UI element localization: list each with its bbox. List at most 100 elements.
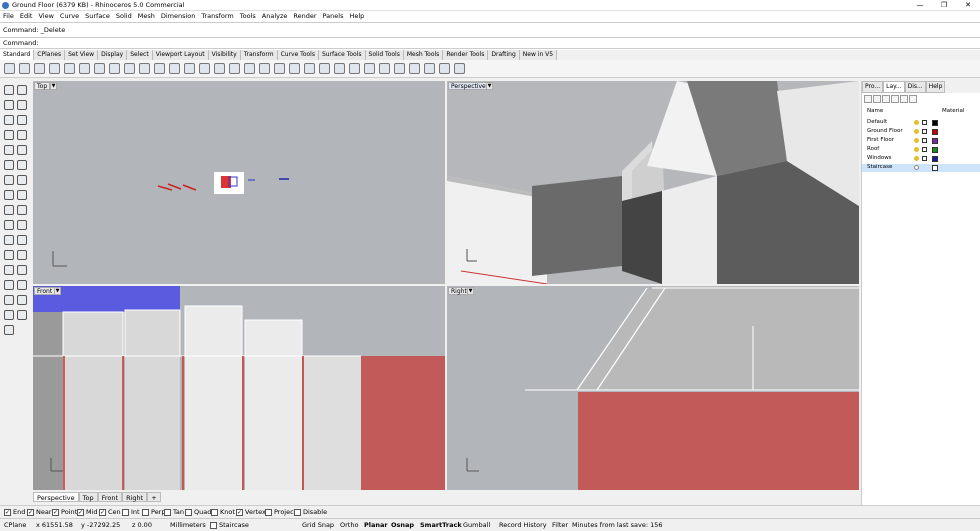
- tab-drafting[interactable]: Drafting: [488, 50, 520, 60]
- checkbox-icon[interactable]: ✓: [52, 508, 59, 516]
- planar-toggle[interactable]: Planar: [364, 521, 388, 529]
- menu-panels[interactable]: Panels: [320, 11, 347, 21]
- move-down-icon[interactable]: [900, 95, 908, 103]
- filter-icon[interactable]: [909, 95, 917, 103]
- osnap-perp[interactable]: Perp: [142, 508, 166, 516]
- checkbox-icon[interactable]: [211, 508, 218, 516]
- extrude-icon[interactable]: [17, 160, 27, 170]
- osnap-knot[interactable]: Knot: [211, 508, 235, 516]
- new-sublayer-icon[interactable]: [873, 95, 881, 103]
- lightbulb-icon[interactable]: [914, 129, 919, 134]
- tab-curve-tools[interactable]: Curve Tools: [277, 50, 319, 60]
- layer-color-swatch[interactable]: [932, 120, 938, 126]
- menu-render[interactable]: Render: [290, 11, 319, 21]
- mesh-icon[interactable]: [4, 205, 14, 215]
- panel-tab-display[interactable]: Dis...: [904, 81, 926, 93]
- group-icon[interactable]: [17, 235, 27, 245]
- layer-row[interactable]: First Floor: [862, 137, 980, 145]
- lightbulb-icon[interactable]: [914, 120, 919, 125]
- text-icon[interactable]: [17, 265, 27, 275]
- zoom-window-icon[interactable]: [184, 63, 195, 74]
- gumball-toggle[interactable]: Gumball: [463, 521, 490, 529]
- viewport-tab-right[interactable]: Right: [122, 492, 148, 502]
- options-icon[interactable]: [409, 63, 420, 74]
- viewport-front-label[interactable]: Front: [34, 287, 56, 295]
- move-icon[interactable]: [259, 63, 270, 74]
- layer-color-swatch[interactable]: [932, 156, 938, 162]
- checkbox-icon[interactable]: ✓: [77, 508, 84, 516]
- menu-help[interactable]: Help: [346, 11, 367, 21]
- checkbox-icon[interactable]: [142, 508, 149, 516]
- tab-select[interactable]: Select: [127, 50, 153, 60]
- grid-snap-toggle[interactable]: Grid Snap: [302, 521, 334, 529]
- osnap-mid[interactable]: ✓ Mid: [77, 508, 98, 516]
- menu-tools[interactable]: Tools: [237, 11, 259, 21]
- menu-analyze[interactable]: Analyze: [259, 11, 291, 21]
- new-layer-icon[interactable]: [864, 95, 872, 103]
- checkbox-icon[interactable]: [164, 508, 171, 516]
- lock-icon[interactable]: [922, 138, 927, 143]
- rotate-view-icon[interactable]: [154, 63, 165, 74]
- explode-icon[interactable]: [17, 205, 27, 215]
- viewport-menu-arrow-icon[interactable]: ▼: [486, 82, 493, 90]
- osnap-end[interactable]: ✓ End: [4, 508, 25, 516]
- grid-icon[interactable]: [229, 63, 240, 74]
- units-display[interactable]: Millimeters: [170, 521, 206, 529]
- osnap-cen[interactable]: ✓ Cen: [99, 508, 121, 516]
- lock-icon[interactable]: [922, 120, 927, 125]
- checkbox-icon[interactable]: ✓: [236, 508, 243, 516]
- maximize-button[interactable]: ❐: [932, 0, 956, 11]
- mirror-icon[interactable]: [17, 280, 27, 290]
- viewport-tab-perspective[interactable]: Perspective: [33, 492, 79, 502]
- save-icon[interactable]: [34, 63, 45, 74]
- osnap-tan[interactable]: Tan: [164, 508, 184, 516]
- lightbulb-icon[interactable]: [914, 156, 919, 161]
- ortho-toggle[interactable]: Ortho: [340, 521, 358, 529]
- trim-icon[interactable]: [4, 220, 14, 230]
- cut-icon[interactable]: [79, 63, 90, 74]
- osnap-disable[interactable]: Disable: [294, 508, 327, 516]
- layer-row[interactable]: Default: [862, 119, 980, 127]
- panel-tab-properties[interactable]: Pro...: [862, 81, 884, 93]
- checkbox-icon[interactable]: [265, 508, 272, 516]
- arc-icon[interactable]: [17, 115, 27, 125]
- viewport-front[interactable]: Front ▼: [33, 286, 445, 490]
- layer-row[interactable]: Windows: [862, 155, 980, 163]
- hide-icon[interactable]: [289, 63, 300, 74]
- layer-color-swatch[interactable]: [932, 147, 938, 153]
- tab-visibility[interactable]: Visibility: [208, 50, 241, 60]
- close-button[interactable]: ✕: [956, 0, 980, 11]
- new-file-icon[interactable]: [4, 63, 15, 74]
- freeform-icon[interactable]: [17, 145, 27, 155]
- menu-mesh[interactable]: Mesh: [135, 11, 158, 21]
- layer-row[interactable]: Roof: [862, 146, 980, 154]
- lightbulb-icon[interactable]: [914, 147, 919, 152]
- record-history-toggle[interactable]: Record History: [499, 521, 547, 529]
- offset-icon[interactable]: [17, 250, 27, 260]
- tab-viewport-layout[interactable]: Viewport Layout: [152, 50, 209, 60]
- globe-icon[interactable]: [394, 63, 405, 74]
- polygon-icon[interactable]: [4, 145, 14, 155]
- import-icon[interactable]: [64, 63, 75, 74]
- tab-transform[interactable]: Transform: [240, 50, 278, 60]
- osnap-quad[interactable]: Quad: [185, 508, 211, 516]
- lightbulb-icon[interactable]: [914, 138, 919, 143]
- open-file-icon[interactable]: [19, 63, 30, 74]
- menu-view[interactable]: View: [35, 11, 56, 21]
- osnap-toggle[interactable]: Osnap: [391, 521, 414, 529]
- sphere-icon[interactable]: [4, 190, 14, 200]
- osnap-int[interactable]: Int: [122, 508, 140, 516]
- zoom-icon[interactable]: [169, 63, 180, 74]
- tab-solid-tools[interactable]: Solid Tools: [365, 50, 404, 60]
- scale-icon[interactable]: [17, 295, 27, 305]
- tab-mesh-tools[interactable]: Mesh Tools: [403, 50, 444, 60]
- zoom-selected-icon[interactable]: [214, 63, 225, 74]
- tab-set-view[interactable]: Set View: [65, 50, 99, 60]
- check-icon[interactable]: [4, 310, 14, 320]
- box-icon[interactable]: [4, 175, 14, 185]
- menu-solid[interactable]: Solid: [113, 11, 135, 21]
- light-icon[interactable]: [319, 63, 330, 74]
- polyline-icon[interactable]: [4, 100, 14, 110]
- layer-row[interactable]: Ground Floor: [862, 128, 980, 136]
- tab-new-in-v5[interactable]: New in V5: [519, 50, 558, 60]
